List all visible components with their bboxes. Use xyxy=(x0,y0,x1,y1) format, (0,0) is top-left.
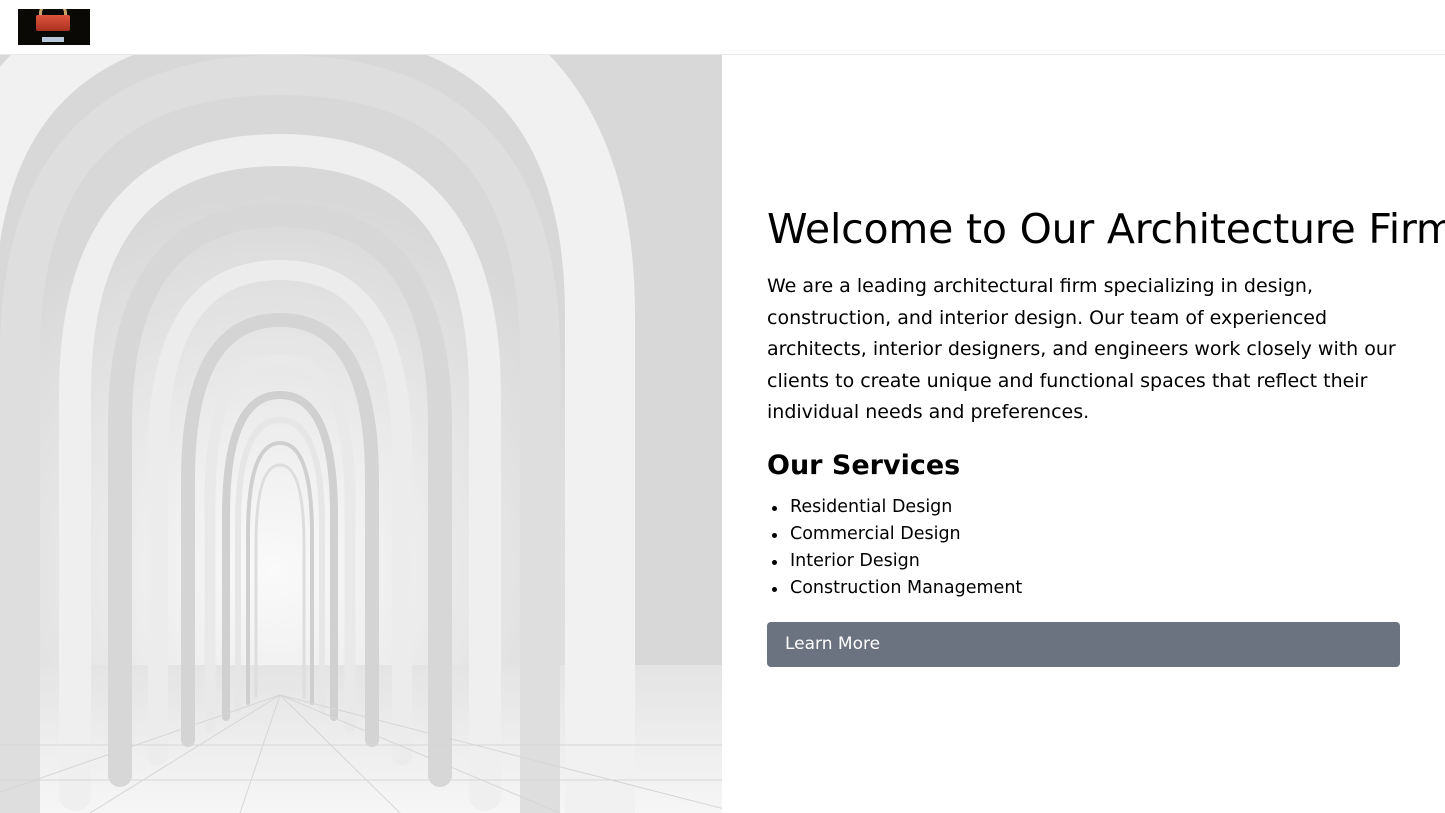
services-list: Residential Design Commercial Design Int… xyxy=(767,494,1400,602)
hero-image-arched-corridor xyxy=(0,55,722,813)
logo-tag-graphic xyxy=(42,37,64,42)
service-item-interior: Interior Design xyxy=(767,548,1400,575)
top-navigation-bar xyxy=(0,0,1445,55)
learn-more-button[interactable]: Learn More xyxy=(767,621,1400,667)
bag-graphic xyxy=(36,15,70,31)
main-content: Welcome to Our Architecture Firm We are … xyxy=(767,203,1445,667)
service-item-residential: Residential Design xyxy=(767,494,1400,521)
intro-paragraph: We are a leading architectural firm spec… xyxy=(767,275,1396,423)
services-heading: Our Services xyxy=(767,449,961,481)
page-title: Welcome to Our Architecture Firm xyxy=(767,205,1445,253)
service-item-construction: Construction Management xyxy=(767,575,1400,602)
service-item-commercial: Commercial Design xyxy=(767,521,1400,548)
logo[interactable] xyxy=(18,9,90,45)
